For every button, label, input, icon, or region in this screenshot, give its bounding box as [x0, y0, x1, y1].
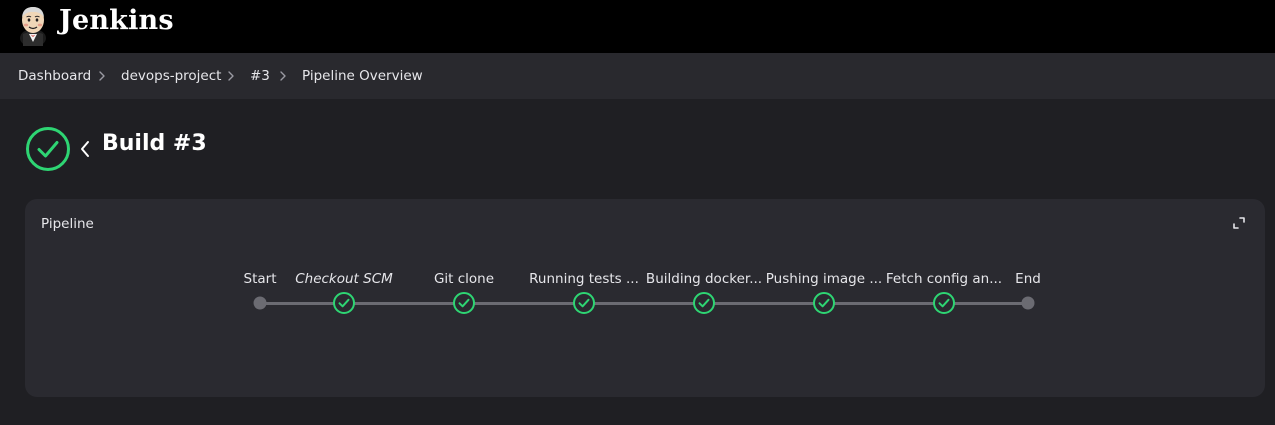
pipeline-connector-line: [261, 302, 1029, 305]
breadcrumb: Dashboard devops-project #3 Pipeline Ove…: [0, 53, 1275, 99]
breadcrumb-project[interactable]: devops-project: [121, 68, 221, 84]
page-title: Build #3: [102, 131, 207, 156]
top-header: Jenkins: [0, 0, 1275, 53]
chevron-right-icon: [228, 71, 234, 81]
breadcrumb-pipeline-overview[interactable]: Pipeline Overview: [302, 68, 423, 84]
pipeline-panel: Pipeline Start Checkout SCM Git clone Runni…: [25, 199, 1265, 397]
stage-label[interactable]: End: [1015, 271, 1041, 287]
stage-success-check-icon[interactable]: [332, 291, 356, 315]
stage-terminal-node: [1021, 296, 1035, 310]
breadcrumb-build[interactable]: #3: [250, 68, 270, 84]
stage-label[interactable]: Building docker...: [646, 271, 762, 287]
brand-title[interactable]: Jenkins: [59, 5, 174, 36]
jenkins-logo-icon[interactable]: [17, 4, 49, 46]
stage-label[interactable]: Start: [244, 271, 277, 287]
stage-label[interactable]: Running tests ...: [529, 271, 639, 287]
chevron-left-icon[interactable]: [78, 139, 92, 159]
chevron-right-icon: [99, 71, 105, 81]
stage-label[interactable]: Fetch config an...: [886, 271, 1002, 287]
stage-success-check-icon[interactable]: [692, 291, 716, 315]
chevron-right-icon: [280, 71, 286, 81]
stage-label[interactable]: Pushing image ...: [766, 271, 882, 287]
stage-success-check-icon[interactable]: [932, 291, 956, 315]
breadcrumb-dashboard[interactable]: Dashboard: [18, 68, 91, 84]
stage-terminal-node: [253, 296, 267, 310]
stage-label[interactable]: Checkout SCM: [295, 271, 393, 287]
pipeline-graph: Start Checkout SCM Git clone Running tests …: [25, 199, 1265, 397]
stage-success-check-icon[interactable]: [572, 291, 596, 315]
stage-label[interactable]: Git clone: [434, 271, 494, 287]
stage-success-check-icon[interactable]: [812, 291, 836, 315]
stage-success-check-icon[interactable]: [452, 291, 476, 315]
check-circle-icon: [26, 127, 70, 171]
